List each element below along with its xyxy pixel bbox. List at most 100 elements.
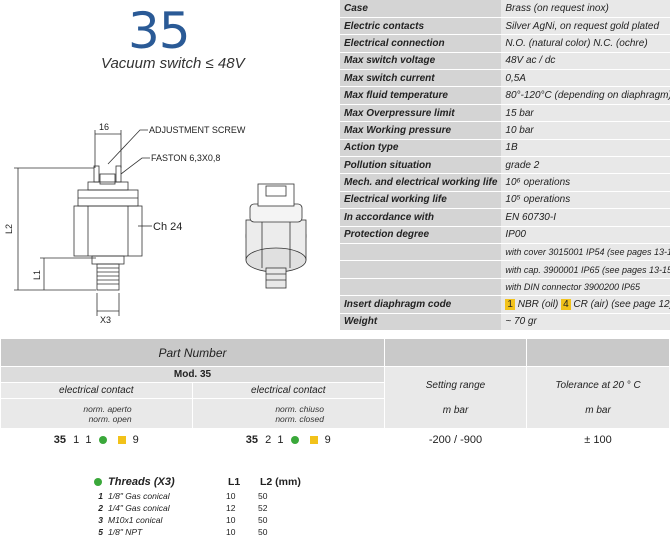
thread-l1: 10 [226,491,236,501]
thread-code: 3 [98,515,103,525]
thread-code: 1 [98,491,103,501]
faston-label: FASTON 6,3X0,8 [151,153,220,163]
ec-closed-title: electrical contact [251,385,326,396]
hex-size-label: Ch 24 [153,221,182,233]
spec-row: Insert diaphragm code 1 NBR (oil) 4 CR (a… [340,295,670,314]
spec-key: Max switch current [340,69,502,88]
spec-value: 48V ac / dc [501,52,670,71]
l1-label: L1 [32,270,42,280]
threads-dot-icon [94,478,102,486]
closed-it-label: norm. chiuso [275,403,324,414]
diaphragm-code-4-text: CR (air) (see page 12) [573,298,670,310]
tolerance-value: ± 100 [526,428,670,451]
product-subtitle: Vacuum switch ≤ 48V [101,55,245,72]
spec-key: Case [340,0,502,18]
diaphragm-code-4: 4 [561,298,571,310]
spec-key: In accordance with [340,208,502,227]
spec-row: In accordance with EN 60730-I [340,208,670,227]
spec-key: Electric contacts [340,17,502,36]
spec-row: Weight ~ 70 gr [340,313,670,331]
part-number-header: Part Number [0,338,385,367]
model-number: 35 [128,2,191,60]
spec-key: Max switch voltage [340,52,502,71]
spec-value: with cap. 3900001 IP65 (see pages 13-15) [501,260,670,279]
setting-range-unit: m bar [442,404,469,416]
setting-range-label: Setting range [425,379,486,391]
spec-key: Max fluid temperature [340,86,502,105]
thread-code-dot-icon [290,435,299,444]
spec-value: 10⁵ operations [501,191,670,210]
thread-name: 1/8" NPT [108,527,143,537]
thread-row: 3 M10x1 conical 10 50 [94,514,354,526]
spec-value: 10 bar [501,121,670,140]
closed-en-label: norm. closed [275,413,324,424]
adjustment-screw-label: ADJUSTMENT SCREW [149,125,246,135]
open-it-label: norm. aperto [83,403,132,414]
tolerance-label: Tolerance at 20 ° C [555,379,641,391]
spec-key: Electrical working life [340,191,502,210]
thread-name: 1/8" Gas conical [108,491,170,501]
thread-l2: 50 [258,491,268,501]
thread-row: 2 1/4" Gas conical 12 52 [94,502,354,514]
spec-value: with cover 3015001 IP54 (see pages 13-15… [501,243,670,262]
code-closed: 35 2 1 9 [191,428,386,451]
spec-value: N.O. (natural color) N.C. (ochre) [501,34,670,53]
spec-row: Protection degree IP00 [340,226,670,244]
spec-row: Max Overpressure limit 15 bar [340,104,670,123]
spec-key: Mech. and electrical working life [340,173,502,192]
spec-key: Action type [340,139,502,158]
spec-value: with DIN connector 3900200 IP65 [501,278,670,297]
diaphragm-code-1: 1 [505,298,515,310]
thread-l2: 50 [258,515,268,525]
x3-label: X3 [100,315,111,325]
spec-key [340,243,502,262]
spec-key: Weight [340,313,502,331]
spec-row: Case Brass (on request inox) [340,0,670,18]
code-open: 35 1 1 9 [0,428,193,451]
spec-key [340,260,502,279]
thread-l2: 52 [258,503,268,513]
spec-key: Pollution situation [340,156,502,175]
range-value: -200 / -900 [384,428,527,451]
spec-key [340,278,502,297]
diaphragm-code-square-icon [117,435,126,444]
thread-name: 1/4" Gas conical [108,503,170,513]
thread-l1: 10 [226,515,236,525]
tolerance-unit: m bar [585,404,611,416]
technical-drawing: 16 ADJUSTMENT SCREW FASTON 6,3X0,8 Ch 24… [4,122,307,325]
spec-row: Electrical connection N.O. (natural color… [340,34,670,53]
spec-value: 0,5A [501,69,670,88]
spec-value: Brass (on request inox) [501,0,670,18]
spec-row: Mech. and electrical working life 10⁶ ope… [340,173,670,192]
spec-key: Insert diaphragm code [340,295,502,314]
threads-title: Threads (X3) [108,476,175,488]
thread-code-dot-icon [98,435,107,444]
threads-table: Threads (X3) L1 L2 (mm) 1 1/8" Gas conica… [94,474,354,538]
spec-row: with DIN connector 3900200 IP65 [340,278,670,297]
thread-row: 1 1/8" Gas conical 10 50 [94,490,354,502]
diaphragm-code-square-icon [309,435,318,444]
spec-key: Max Working pressure [340,121,502,140]
spec-row: Max fluid temperature 80°-120°C (dependin… [340,86,670,105]
thread-code: 2 [98,503,103,513]
spec-row: with cap. 3900001 IP65 (see pages 13-15) [340,260,670,279]
spec-key: Electrical connection [340,34,502,53]
thread-l1: 10 [226,527,236,537]
open-en-label: norm. open [88,413,132,424]
spec-value: 15 bar [501,104,670,123]
spec-value: 10⁶ operations [501,173,670,192]
thread-name: M10x1 conical [108,515,163,525]
ec-open-title: electrical contact [59,385,134,396]
spec-row: Pollution situation grade 2 [340,156,670,175]
thread-l2: 50 [258,527,268,537]
spec-row: Max switch voltage 48V ac / dc [340,52,670,71]
spec-value: 1 NBR (oil) 4 CR (air) (see page 12) [501,295,670,314]
spec-value: Silver AgNi, on request gold plated [501,17,670,36]
l1-header: L1 [228,476,241,488]
spec-row: Action type 1B [340,139,670,158]
spec-value: 1B [501,139,670,158]
part-number-table: Part Number Mod. 35 Setting range m bar … [0,338,670,451]
diaphragm-code-1-text: NBR (oil) [517,298,559,310]
model-label: Mod. 35 [0,366,385,383]
spec-table: Case Brass (on request inox) Electric cont… [340,0,670,331]
